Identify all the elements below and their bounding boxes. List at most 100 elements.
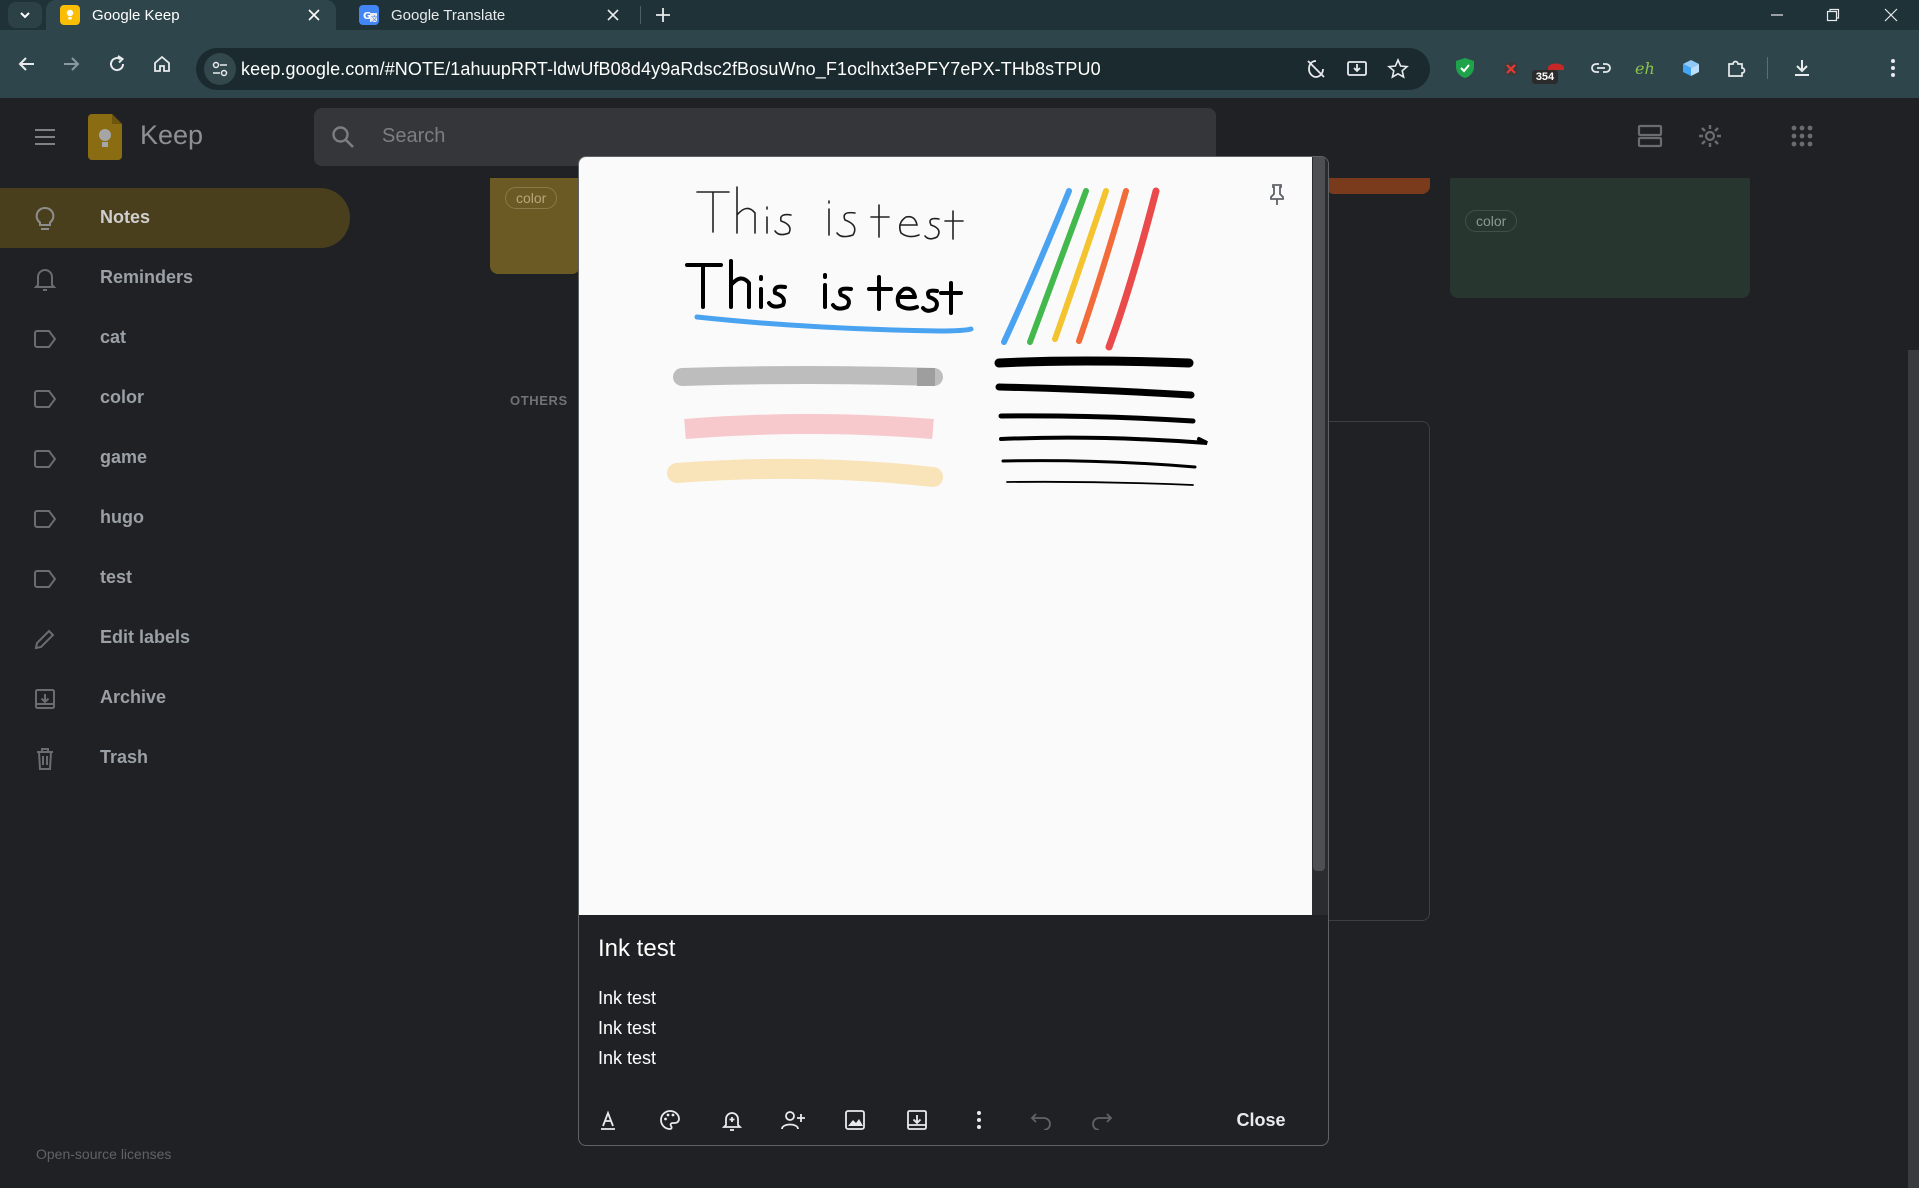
tab-title: Google Keep bbox=[92, 6, 180, 24]
note-title[interactable]: Ink test bbox=[598, 935, 675, 963]
reload-button[interactable] bbox=[101, 48, 133, 80]
gear-icon bbox=[1697, 123, 1723, 149]
bug-extension-icon[interactable] bbox=[1494, 51, 1528, 85]
search-icon[interactable] bbox=[330, 124, 356, 150]
label-chip[interactable]: color bbox=[1465, 210, 1518, 232]
close-icon[interactable] bbox=[304, 5, 324, 25]
drawing-scrollbar-thumb[interactable] bbox=[1313, 157, 1325, 871]
nav-item-hugo[interactable]: hugo bbox=[0, 488, 350, 548]
nav-item-cat[interactable]: cat bbox=[0, 308, 350, 368]
install-app-icon[interactable] bbox=[1345, 57, 1369, 81]
minimize-button[interactable] bbox=[1749, 0, 1805, 30]
label-icon bbox=[32, 566, 58, 592]
handwriting-thin bbox=[696, 186, 964, 240]
pin-button[interactable] bbox=[1259, 177, 1295, 213]
close-button[interactable]: Close bbox=[1215, 1100, 1307, 1140]
nav-item-test[interactable]: test bbox=[0, 548, 350, 608]
nav-item-game[interactable]: game bbox=[0, 428, 350, 488]
formatting-button[interactable] bbox=[592, 1104, 624, 1136]
remind-me-button[interactable] bbox=[716, 1104, 748, 1136]
black-line-4 bbox=[999, 435, 1208, 445]
extensions-puzzle-icon[interactable] bbox=[1719, 51, 1753, 85]
background-note-card[interactable] bbox=[1326, 178, 1430, 194]
tab-search-button[interactable] bbox=[8, 2, 42, 28]
svg-text:G: G bbox=[363, 11, 371, 22]
ink-drawing[interactable] bbox=[579, 157, 1312, 915]
black-line-1 bbox=[994, 356, 1194, 368]
background-note-card[interactable] bbox=[1450, 178, 1750, 298]
main-menu-button[interactable] bbox=[24, 116, 66, 158]
nav-item-reminders[interactable]: Reminders bbox=[0, 248, 350, 308]
nav-item-color[interactable]: color bbox=[0, 368, 350, 428]
arrow-left-icon bbox=[17, 54, 37, 74]
blue-underline bbox=[694, 314, 974, 334]
link-extension-icon[interactable] bbox=[1584, 51, 1618, 85]
nav-item-notes[interactable]: Notes bbox=[0, 188, 350, 248]
more-button[interactable] bbox=[963, 1104, 995, 1136]
nav-item-trash[interactable]: Trash bbox=[0, 728, 350, 788]
archive-button[interactable] bbox=[901, 1104, 933, 1136]
tracking-protection-icon[interactable] bbox=[1304, 57, 1328, 81]
list-view-button[interactable] bbox=[1628, 114, 1672, 158]
nav-label: Trash bbox=[100, 747, 149, 767]
new-tab-button[interactable] bbox=[650, 2, 676, 28]
pink-highlighter-stroke bbox=[684, 414, 934, 439]
label-icon bbox=[32, 446, 58, 472]
browser-menu-icon[interactable] bbox=[1876, 51, 1910, 85]
nav-label: test bbox=[100, 567, 133, 587]
undo-button[interactable] bbox=[1025, 1104, 1057, 1136]
side-navigation: Notes Reminders cat color game hugo test bbox=[0, 188, 350, 788]
nav-label: color bbox=[100, 387, 145, 407]
text-format-icon bbox=[598, 1110, 618, 1130]
url-text[interactable]: keep.google.com/#NOTE/1ahuupRRT-ldwUfB08… bbox=[241, 59, 1101, 80]
note-body[interactable]: Ink test Ink test Ink test bbox=[598, 983, 656, 1073]
reload-icon bbox=[107, 54, 127, 74]
tune-icon bbox=[211, 60, 229, 78]
collaborator-button[interactable] bbox=[777, 1104, 809, 1136]
search-input[interactable]: Search bbox=[382, 125, 445, 148]
svg-text:eh: eh bbox=[1635, 59, 1655, 78]
cream-highlighter-stroke bbox=[667, 458, 943, 487]
black-line-2 bbox=[995, 383, 1195, 399]
forward-button[interactable] bbox=[55, 48, 87, 80]
downloads-icon[interactable] bbox=[1785, 51, 1819, 85]
restore-button[interactable] bbox=[1805, 0, 1861, 30]
home-button[interactable] bbox=[146, 48, 178, 80]
tab-google-translate[interactable]: G文 Google Translate bbox=[345, 0, 635, 30]
add-image-button[interactable] bbox=[839, 1104, 871, 1136]
address-bar[interactable]: keep.google.com/#NOTE/1ahuupRRT-ldwUfB08… bbox=[196, 48, 1430, 90]
tab-strip: Google Keep G文 Google Translate bbox=[0, 0, 1919, 30]
pin-icon bbox=[1267, 183, 1287, 207]
plus-icon bbox=[655, 7, 671, 23]
redo-button[interactable] bbox=[1086, 1104, 1118, 1136]
apps-button[interactable] bbox=[1780, 114, 1824, 158]
eh-extension-icon[interactable]: eh bbox=[1629, 51, 1663, 85]
settings-button[interactable] bbox=[1688, 114, 1732, 158]
translate-favicon: G文 bbox=[359, 5, 379, 25]
shield-extension-icon[interactable] bbox=[1448, 51, 1482, 85]
redo-icon bbox=[1091, 1110, 1113, 1130]
cube-extension-icon[interactable] bbox=[1674, 51, 1708, 85]
label-chip[interactable]: color bbox=[505, 187, 558, 209]
nav-label: hugo bbox=[100, 507, 144, 527]
keep-logo bbox=[88, 114, 122, 160]
arrow-right-icon bbox=[61, 54, 81, 74]
keep-favicon bbox=[60, 5, 80, 25]
page-scrollbar[interactable] bbox=[1908, 350, 1919, 1188]
lightbulb-icon bbox=[32, 206, 58, 232]
site-info-button[interactable] bbox=[204, 53, 236, 85]
image-icon bbox=[844, 1109, 866, 1131]
back-button[interactable] bbox=[11, 48, 43, 80]
tab-google-keep[interactable]: Google Keep bbox=[46, 0, 336, 30]
note-line: Ink test bbox=[598, 988, 657, 1008]
nav-label: Reminders bbox=[100, 267, 194, 287]
window-close-button[interactable] bbox=[1863, 0, 1919, 30]
background-options-button[interactable] bbox=[654, 1104, 686, 1136]
open-source-licenses-link[interactable]: Open-source licenses bbox=[36, 1146, 171, 1162]
list-view-icon bbox=[1637, 124, 1663, 148]
minimize-icon bbox=[1770, 8, 1784, 22]
nav-item-archive[interactable]: Archive bbox=[0, 668, 350, 728]
close-icon[interactable] bbox=[603, 5, 623, 25]
nav-item-edit-labels[interactable]: Edit labels bbox=[0, 608, 350, 668]
bookmark-star-icon[interactable] bbox=[1386, 57, 1410, 81]
